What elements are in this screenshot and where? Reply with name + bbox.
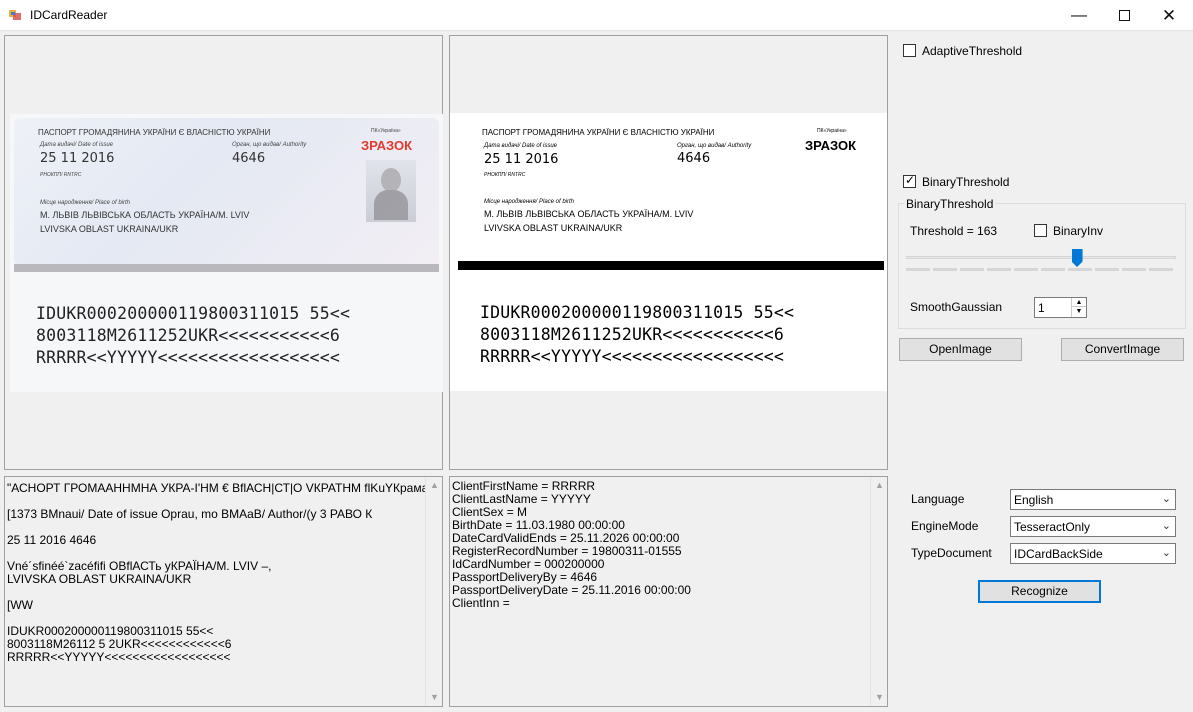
processed-id-card-image: ПАСПОРТ ГРОМАДЯНИНА УКРАЇНИ Є ВЛАСНІСТЮ … <box>450 113 887 391</box>
mrz-line-3: RRRRR<<YYYYY<<<<<<<<<<<<<<<<<< <box>36 348 341 367</box>
minimize-icon: — <box>1071 6 1087 24</box>
slider-tick <box>1041 268 1065 271</box>
ocr-raw-text: "АСНОРТ ГРОМААННМНА УКРА-І'НМ € ВflАСН|С… <box>7 481 435 664</box>
mrz-line-3: RRRRR<<YYYYY<<<<<<<<<<<<<<<<<< <box>480 347 785 366</box>
place-line-2: LVIVSKA OBLAST UKRAINA/UKR <box>40 224 179 234</box>
chevron-down-icon: ⌄ <box>1161 520 1171 532</box>
parsed-fields-text: ClientFirstName = RRRRR ClientLastName =… <box>452 479 691 610</box>
open-image-button[interactable]: OpenImage <box>899 338 1022 361</box>
slider-thumb[interactable] <box>1071 249 1083 267</box>
engine-mode-label: EngineMode <box>911 519 979 533</box>
maximize-button[interactable] <box>1101 0 1147 31</box>
card-header: ПАСПОРТ ГРОМАДЯНИНА УКРАЇНИ Є ВЛАСНІСТЮ … <box>482 128 715 137</box>
language-label: Language <box>911 492 965 506</box>
ocr-raw-text-box[interactable]: "АСНОРТ ГРОМААННМНА УКРА-І'НМ € ВflАСН|С… <box>4 476 443 707</box>
spinner-down-icon[interactable]: ▼ <box>1071 307 1086 317</box>
app-icon <box>9 10 21 20</box>
slider-tick <box>1095 268 1119 271</box>
binary-inv-label[interactable]: BinaryInv <box>1053 224 1103 238</box>
card-small-top: ПК«Україна» <box>371 128 401 134</box>
sample-stamp: ЗРАЗОК <box>805 138 857 153</box>
language-select[interactable]: English ⌄ <box>1010 489 1176 510</box>
type-document-value: IDCardBackSide <box>1014 547 1103 561</box>
convert-image-button[interactable]: ConvertImage <box>1061 338 1184 361</box>
slider-tick <box>1014 268 1038 271</box>
binary-threshold-label[interactable]: BinaryThreshold <box>922 175 1009 189</box>
authority-value: 4646 <box>677 151 711 166</box>
authority-value: 4646 <box>232 151 266 166</box>
slider-tick <box>960 268 984 271</box>
slider-tick <box>933 268 957 271</box>
threshold-label: Threshold = 163 <box>910 224 998 238</box>
threshold-slider[interactable] <box>906 248 1176 272</box>
close-icon: ✕ <box>1161 5 1177 25</box>
recognize-button[interactable]: Recognize <box>978 580 1101 603</box>
place-line-1: М. ЛЬВІВ ЛЬВІВСЬКА ОБЛАСТЬ УКРАЇНА/M. LV… <box>484 209 694 219</box>
place-line-1: М. ЛЬВІВ ЛЬВІВСЬКА ОБЛАСТЬ УКРАЇНА/M. LV… <box>40 210 250 220</box>
adaptive-threshold-checkbox[interactable] <box>903 44 916 57</box>
card-small-top: ПК«Україна» <box>817 128 847 134</box>
scroll-up-icon[interactable]: ▲ <box>871 477 888 494</box>
engine-mode-select[interactable]: TesseractOnly ⌄ <box>1010 516 1176 537</box>
binary-inv-checkbox[interactable] <box>1034 224 1047 237</box>
minimize-button[interactable]: — <box>1056 0 1102 31</box>
slider-tick <box>1068 268 1092 271</box>
place-line-2: LVIVSKA OBLAST UKRAINA/UKR <box>484 223 623 233</box>
original-id-card-image: ПАСПОРТ ГРОМАДЯНИНА УКРАЇНИ Є ВЛАСНІСТЮ … <box>10 114 443 392</box>
title-bar: IDCardReader — ✕ <box>0 0 1193 31</box>
smooth-gaussian-label: SmoothGaussian <box>910 300 1003 314</box>
type-document-select[interactable]: IDCardBackSide ⌄ <box>1010 543 1176 564</box>
mrz-line-2: 8003118M2611252UKR<<<<<<<<<<<6 <box>480 325 785 344</box>
processed-image-panel: ПАСПОРТ ГРОМАДЯНИНА УКРАЇНИ Є ВЛАСНІСТЮ … <box>449 35 888 470</box>
slider-track <box>906 256 1176 259</box>
date-value: 25 11 2016 <box>40 151 115 166</box>
smooth-gaussian-value[interactable]: 1 <box>1038 301 1045 315</box>
parsed-text-scrollbar[interactable]: ▲ ▼ <box>870 477 887 706</box>
authority-label: Орган, що видав/ Authority <box>232 142 307 148</box>
spinner-up-icon[interactable]: ▲ <box>1071 298 1086 307</box>
maximize-icon <box>1118 10 1130 21</box>
authority-label: Орган, що видав/ Authority <box>677 143 752 149</box>
slider-tick <box>1122 268 1146 271</box>
chevron-down-icon: ⌄ <box>1161 547 1171 559</box>
date-label: Дата видачі/ Date of issue <box>484 143 558 149</box>
original-image-panel: ПАСПОРТ ГРОМАДЯНИНА УКРАЇНИ Є ВЛАСНІСТЮ … <box>4 35 443 470</box>
slider-ticks <box>906 268 1176 271</box>
slider-tick <box>1149 268 1173 271</box>
mrz-line-1: IDUKR000200000119800311015 55<< <box>480 303 795 322</box>
place-label: Місце народження/ Place of birth <box>40 200 131 206</box>
smooth-gaussian-spinner[interactable]: 1 ▲ ▼ <box>1034 297 1087 318</box>
rnokpp-label: РНОКПП/ RNTRC <box>40 172 82 178</box>
binary-threshold-group-title: BinaryThreshold <box>904 197 996 211</box>
date-value: 25 11 2016 <box>484 152 559 167</box>
card-header: ПАСПОРТ ГРОМАДЯНИНА УКРАЇНИ Є ВЛАСНІСТЮ … <box>38 128 271 137</box>
sample-stamp: ЗРАЗОК <box>361 138 413 153</box>
scroll-up-icon[interactable]: ▲ <box>426 477 443 494</box>
date-label: Дата видачі/ Date of issue <box>40 142 114 148</box>
slider-tick <box>987 268 1011 271</box>
scroll-down-icon[interactable]: ▼ <box>871 689 888 706</box>
rnokpp-label: РНОКПП/ RNTRC <box>484 172 526 178</box>
mrz-line-1: IDUKR000200000119800311015 55<< <box>36 304 351 323</box>
scroll-down-icon[interactable]: ▼ <box>426 689 443 706</box>
window-title: IDCardReader <box>30 8 108 22</box>
mrz-line-2: 8003118M2611252UKR<<<<<<<<<<<6 <box>36 326 341 345</box>
card-edge <box>14 264 439 272</box>
binary-threshold-checkbox[interactable] <box>903 173 916 188</box>
adaptive-threshold-label[interactable]: AdaptiveThreshold <box>922 44 1022 58</box>
ocr-text-scrollbar[interactable]: ▲ ▼ <box>425 477 442 706</box>
engine-mode-value: TesseractOnly <box>1014 520 1091 534</box>
slider-tick <box>906 268 930 271</box>
place-label: Місце народження/ Place of birth <box>484 199 575 205</box>
black-stripe <box>458 261 884 270</box>
language-value: English <box>1014 493 1054 507</box>
photo-ghost <box>366 160 416 222</box>
type-document-label: TypeDocument <box>911 546 992 560</box>
chevron-down-icon: ⌄ <box>1161 493 1171 505</box>
close-button[interactable]: ✕ <box>1146 0 1192 31</box>
parsed-fields-text-box[interactable]: ClientFirstName = RRRRR ClientLastName =… <box>449 476 888 707</box>
